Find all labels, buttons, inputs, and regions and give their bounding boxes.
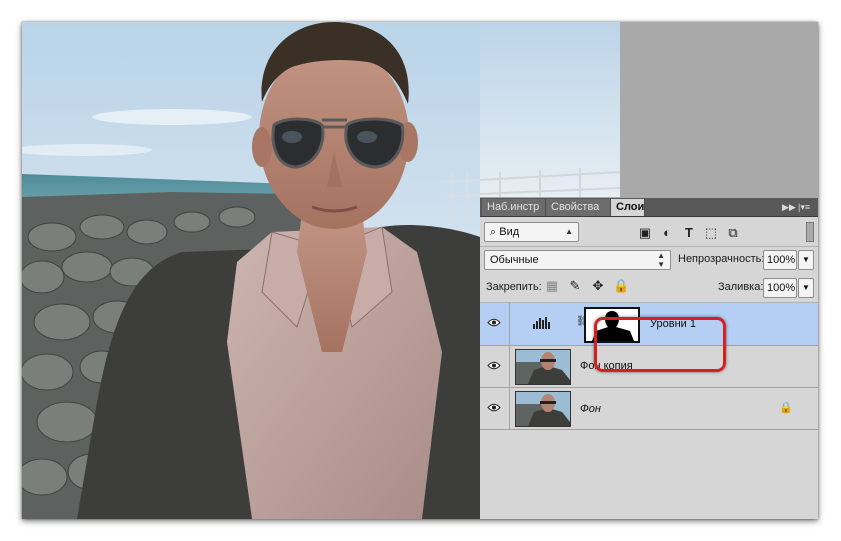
search-icon: ⌕ [490,226,497,238]
panel-menu-icon[interactable]: |▾≡ [798,199,810,215]
layers-panel: Наб.инстр Свойства Слои ▶▶ |▾≡ ⌕ Вид ▲ ▣… [480,198,818,519]
document-canvas[interactable] [22,22,480,519]
divider [480,246,818,247]
visibility-toggle[interactable] [480,346,510,387]
text-filter-icon[interactable]: T [682,226,696,240]
visibility-toggle[interactable] [480,388,510,429]
lock-all-icon[interactable]: 🔒 [613,279,629,293]
adjustment-filter-icon[interactable]: ◐ [660,226,674,240]
fill-input[interactable]: 100% [763,278,797,298]
layer-thumbnail[interactable] [515,349,571,385]
lock-move-icon[interactable]: ✥ [591,279,605,293]
image-filter-icon[interactable]: ▣ [638,226,652,240]
lock-transparent-icon[interactable]: ▦ [545,279,559,293]
smart-object-filter-icon[interactable]: ⧉ [726,226,740,240]
blend-mode-value: Обычные [490,254,539,266]
portrait-photo [22,22,480,519]
filter-kind-value: Вид [499,226,520,238]
eye-icon [487,361,501,370]
mask-highlight-callout [594,317,726,372]
layer-lock-icon: 🔒 [779,402,793,414]
eye-icon [487,403,501,412]
fill-dropdown-button[interactable]: ▼ [798,278,814,298]
layer-name[interactable]: Фон [580,403,601,415]
document-canvas-extension [480,22,620,197]
shape-filter-icon[interactable]: ⬚ [704,226,718,240]
filter-toggle-switch[interactable] [806,222,814,242]
filter-kind-select[interactable]: ⌕ Вид ▲ [484,222,579,242]
layer-row-background[interactable]: Фон 🔒 [480,388,818,430]
collapse-arrows-icon[interactable]: ▶▶ [782,199,796,215]
tab-layers[interactable]: Слои [611,199,645,216]
lock-paint-icon[interactable]: ✎ [568,279,582,293]
fill-label: Заливка: [718,281,764,293]
layer-thumbnail[interactable] [515,391,571,427]
levels-histogram-icon [533,317,550,329]
opacity-input[interactable]: 100% [763,250,797,270]
updown-arrows-icon: ▲ [565,227,573,236]
updown-arrows-icon: ▲ ▼ [657,251,665,269]
opacity-label: Непрозрачность: [678,253,765,265]
lock-label: Закрепить: [486,281,542,293]
photoshop-window: Наб.инстр Свойства Слои ▶▶ |▾≡ ⌕ Вид ▲ ▣… [22,22,818,519]
eye-icon [487,318,501,327]
tab-tool-presets[interactable]: Наб.инстр [482,199,546,216]
panel-tab-bar: Наб.инстр Свойства Слои ▶▶ |▾≡ [480,198,818,217]
opacity-dropdown-button[interactable]: ▼ [798,250,814,270]
tab-properties[interactable]: Свойства [546,199,611,216]
blend-mode-select[interactable]: Обычные ▲ ▼ [484,250,671,270]
visibility-toggle[interactable] [480,303,510,345]
